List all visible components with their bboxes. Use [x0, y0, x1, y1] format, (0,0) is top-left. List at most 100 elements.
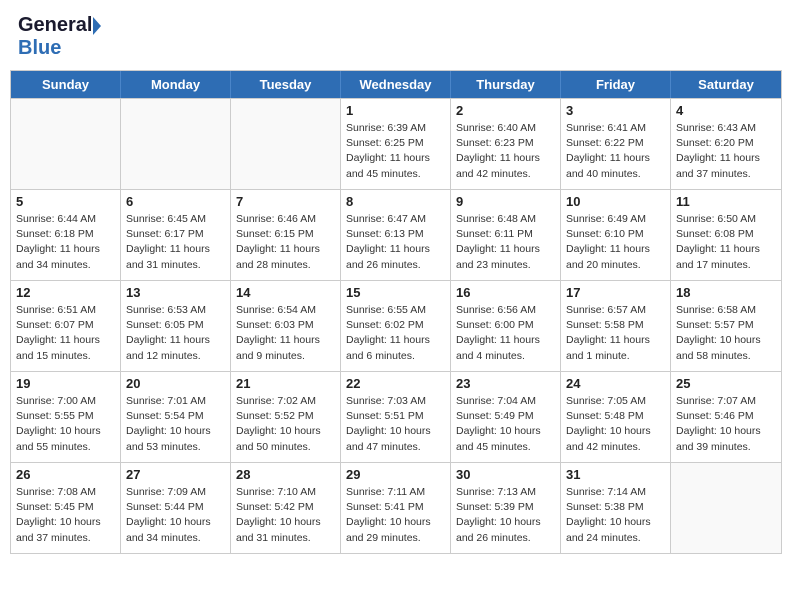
- day-info: Sunrise: 7:13 AM Sunset: 5:39 PM Dayligh…: [456, 485, 555, 546]
- calendar-cell: 4Sunrise: 6:43 AM Sunset: 6:20 PM Daylig…: [671, 99, 781, 189]
- calendar-cell: 15 Sunrise: 6:55 AM Sunset: 6:02 PM Dayli…: [341, 281, 451, 371]
- weekday-header: Monday: [121, 71, 231, 98]
- day-number: 9: [456, 194, 555, 209]
- day-info: Sunrise: 7:11 AM Sunset: 5:41 PM Dayligh…: [346, 485, 445, 546]
- day-info: Sunrise: 6:57 AM Sunset: 5:58 PM Dayligh…: [566, 303, 665, 364]
- calendar-row: 12 Sunrise: 6:51 AM Sunset: 6:07 PM Dayli…: [11, 280, 781, 371]
- day-info: Sunrise: 7:07 AM Sunset: 5:46 PM Dayligh…: [676, 394, 776, 455]
- calendar-cell: 18Sunrise: 6:58 AM Sunset: 5:57 PM Dayli…: [671, 281, 781, 371]
- weekday-header: Sunday: [11, 71, 121, 98]
- calendar-cell: 13Sunrise: 6:53 AM Sunset: 6:05 PM Dayli…: [121, 281, 231, 371]
- calendar-cell: 7 Sunrise: 6:46 AM Sunset: 6:15 PM Daylig…: [231, 190, 341, 280]
- day-number: 12: [16, 285, 115, 300]
- calendar-cell: 10 Sunrise: 6:49 AM Sunset: 6:10 PM Dayli…: [561, 190, 671, 280]
- day-info: Sunrise: 6:44 AM Sunset: 6:18 PM Dayligh…: [16, 212, 115, 273]
- day-number: 30: [456, 467, 555, 482]
- day-number: 6: [126, 194, 225, 209]
- day-info: Sunrise: 7:03 AM Sunset: 5:51 PM Dayligh…: [346, 394, 445, 455]
- calendar-cell: 29Sunrise: 7:11 AM Sunset: 5:41 PM Dayli…: [341, 463, 451, 553]
- calendar-cell: 22 Sunrise: 7:03 AM Sunset: 5:51 PM Dayli…: [341, 372, 451, 462]
- day-info: Sunrise: 7:01 AM Sunset: 5:54 PM Dayligh…: [126, 394, 225, 455]
- day-info: Sunrise: 6:47 AM Sunset: 6:13 PM Dayligh…: [346, 212, 445, 273]
- day-info: Sunrise: 6:51 AM Sunset: 6:07 PM Dayligh…: [16, 303, 115, 364]
- day-info: Sunrise: 6:50 AM Sunset: 6:08 PM Dayligh…: [676, 212, 776, 273]
- calendar-cell: 26Sunrise: 7:08 AM Sunset: 5:45 PM Dayli…: [11, 463, 121, 553]
- calendar: SundayMondayTuesdayWednesdayThursdayFrid…: [10, 70, 782, 554]
- day-info: Sunrise: 6:49 AM Sunset: 6:10 PM Dayligh…: [566, 212, 665, 273]
- calendar-cell: 27 Sunrise: 7:09 AM Sunset: 5:44 PM Dayli…: [121, 463, 231, 553]
- day-number: 21: [236, 376, 335, 391]
- calendar-row: 1 Sunrise: 6:39 AM Sunset: 6:25 PM Daylig…: [11, 98, 781, 189]
- calendar-cell: 21 Sunrise: 7:02 AM Sunset: 5:52 PM Dayli…: [231, 372, 341, 462]
- day-number: 14: [236, 285, 335, 300]
- day-info: Sunrise: 7:08 AM Sunset: 5:45 PM Dayligh…: [16, 485, 115, 546]
- day-info: Sunrise: 7:04 AM Sunset: 5:49 PM Dayligh…: [456, 394, 555, 455]
- calendar-cell: 11 Sunrise: 6:50 AM Sunset: 6:08 PM Dayli…: [671, 190, 781, 280]
- day-number: 22: [346, 376, 445, 391]
- calendar-cell: 30 Sunrise: 7:13 AM Sunset: 5:39 PM Dayli…: [451, 463, 561, 553]
- day-number: 25: [676, 376, 776, 391]
- day-number: 28: [236, 467, 335, 482]
- calendar-cell: 19Sunrise: 7:00 AM Sunset: 5:55 PM Dayli…: [11, 372, 121, 462]
- calendar-cell: 24Sunrise: 7:05 AM Sunset: 5:48 PM Dayli…: [561, 372, 671, 462]
- day-info: Sunrise: 7:00 AM Sunset: 5:55 PM Dayligh…: [16, 394, 115, 455]
- day-info: Sunrise: 6:39 AM Sunset: 6:25 PM Dayligh…: [346, 121, 445, 182]
- day-number: 1: [346, 103, 445, 118]
- weekday-header: Friday: [561, 71, 671, 98]
- calendar-cell: 23Sunrise: 7:04 AM Sunset: 5:49 PM Dayli…: [451, 372, 561, 462]
- calendar-cell: 20 Sunrise: 7:01 AM Sunset: 5:54 PM Dayli…: [121, 372, 231, 462]
- day-info: Sunrise: 7:09 AM Sunset: 5:44 PM Dayligh…: [126, 485, 225, 546]
- calendar-body: 1 Sunrise: 6:39 AM Sunset: 6:25 PM Daylig…: [11, 98, 781, 553]
- calendar-cell: [671, 463, 781, 553]
- day-number: 11: [676, 194, 776, 209]
- weekday-header: Wednesday: [341, 71, 451, 98]
- calendar-row: 26Sunrise: 7:08 AM Sunset: 5:45 PM Dayli…: [11, 462, 781, 553]
- calendar-cell: 17Sunrise: 6:57 AM Sunset: 5:58 PM Dayli…: [561, 281, 671, 371]
- logo: General Blue: [18, 14, 101, 60]
- weekday-header: Thursday: [451, 71, 561, 98]
- logo-triangle-icon: [93, 17, 101, 35]
- page-header: General Blue: [10, 10, 782, 64]
- day-info: Sunrise: 6:45 AM Sunset: 6:17 PM Dayligh…: [126, 212, 225, 273]
- calendar-cell: 16Sunrise: 6:56 AM Sunset: 6:00 PM Dayli…: [451, 281, 561, 371]
- calendar-cell: 8 Sunrise: 6:47 AM Sunset: 6:13 PM Daylig…: [341, 190, 451, 280]
- calendar-cell: [121, 99, 231, 189]
- day-number: 4: [676, 103, 776, 118]
- calendar-cell: [11, 99, 121, 189]
- day-number: 31: [566, 467, 665, 482]
- day-info: Sunrise: 7:02 AM Sunset: 5:52 PM Dayligh…: [236, 394, 335, 455]
- day-number: 8: [346, 194, 445, 209]
- calendar-cell: 6 Sunrise: 6:45 AM Sunset: 6:17 PM Daylig…: [121, 190, 231, 280]
- day-number: 10: [566, 194, 665, 209]
- day-info: Sunrise: 6:48 AM Sunset: 6:11 PM Dayligh…: [456, 212, 555, 273]
- calendar-cell: 1 Sunrise: 6:39 AM Sunset: 6:25 PM Daylig…: [341, 99, 451, 189]
- day-number: 27: [126, 467, 225, 482]
- day-info: Sunrise: 7:14 AM Sunset: 5:38 PM Dayligh…: [566, 485, 665, 546]
- logo-blue-text: Blue: [18, 37, 61, 60]
- day-info: Sunrise: 6:55 AM Sunset: 6:02 PM Dayligh…: [346, 303, 445, 364]
- calendar-cell: 14 Sunrise: 6:54 AM Sunset: 6:03 PM Dayli…: [231, 281, 341, 371]
- calendar-cell: 3Sunrise: 6:41 AM Sunset: 6:22 PM Daylig…: [561, 99, 671, 189]
- day-info: Sunrise: 6:46 AM Sunset: 6:15 PM Dayligh…: [236, 212, 335, 273]
- day-number: 5: [16, 194, 115, 209]
- day-info: Sunrise: 6:53 AM Sunset: 6:05 PM Dayligh…: [126, 303, 225, 364]
- calendar-cell: 5 Sunrise: 6:44 AM Sunset: 6:18 PM Daylig…: [11, 190, 121, 280]
- day-info: Sunrise: 7:10 AM Sunset: 5:42 PM Dayligh…: [236, 485, 335, 546]
- calendar-cell: 12 Sunrise: 6:51 AM Sunset: 6:07 PM Dayli…: [11, 281, 121, 371]
- day-number: 15: [346, 285, 445, 300]
- day-info: Sunrise: 6:54 AM Sunset: 6:03 PM Dayligh…: [236, 303, 335, 364]
- day-number: 3: [566, 103, 665, 118]
- calendar-row: 5 Sunrise: 6:44 AM Sunset: 6:18 PM Daylig…: [11, 189, 781, 280]
- weekday-header: Saturday: [671, 71, 781, 98]
- calendar-cell: 25 Sunrise: 7:07 AM Sunset: 5:46 PM Dayli…: [671, 372, 781, 462]
- day-number: 7: [236, 194, 335, 209]
- day-info: Sunrise: 7:05 AM Sunset: 5:48 PM Dayligh…: [566, 394, 665, 455]
- day-number: 16: [456, 285, 555, 300]
- day-number: 20: [126, 376, 225, 391]
- day-info: Sunrise: 6:40 AM Sunset: 6:23 PM Dayligh…: [456, 121, 555, 182]
- day-number: 18: [676, 285, 776, 300]
- weekday-header: Tuesday: [231, 71, 341, 98]
- calendar-cell: [231, 99, 341, 189]
- calendar-header: SundayMondayTuesdayWednesdayThursdayFrid…: [11, 71, 781, 98]
- calendar-cell: 9 Sunrise: 6:48 AM Sunset: 6:11 PM Daylig…: [451, 190, 561, 280]
